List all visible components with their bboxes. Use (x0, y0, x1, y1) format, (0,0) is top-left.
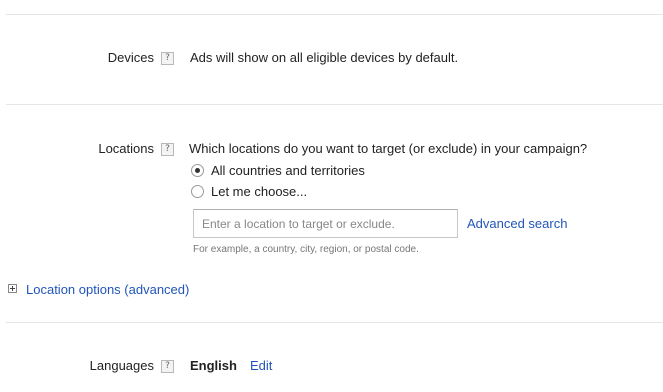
devices-label: Devices (107, 50, 154, 65)
divider (6, 322, 663, 323)
languages-edit-link[interactable]: Edit (250, 358, 272, 373)
divider (6, 14, 663, 15)
location-options-link[interactable]: Location options (advanced) (26, 282, 189, 297)
languages-label: Languages (89, 358, 154, 373)
radio-let-me-choose[interactable] (191, 185, 204, 198)
devices-description: Ads will show on all eligible devices by… (190, 50, 459, 65)
locations-label: Locations (98, 141, 154, 156)
campaign-settings: Devices ? Ads will show on all eligible … (0, 0, 663, 392)
location-hint: For example, a country, city, region, or… (193, 244, 419, 255)
advanced-search-link[interactable]: Advanced search (467, 216, 567, 231)
location-search-input[interactable] (193, 209, 458, 238)
expand-icon[interactable] (8, 284, 17, 293)
radio-let-me-choose-label[interactable]: Let me choose... (211, 184, 307, 199)
languages-value: English (190, 358, 237, 373)
devices-help-icon[interactable]: ? (161, 52, 174, 65)
radio-all-countries-label[interactable]: All countries and territories (211, 163, 365, 178)
locations-help-icon[interactable]: ? (161, 143, 174, 156)
languages-help-icon[interactable]: ? (161, 360, 174, 373)
locations-question: Which locations do you want to target (o… (189, 141, 588, 156)
divider (6, 104, 663, 105)
radio-all-countries[interactable] (191, 164, 204, 177)
